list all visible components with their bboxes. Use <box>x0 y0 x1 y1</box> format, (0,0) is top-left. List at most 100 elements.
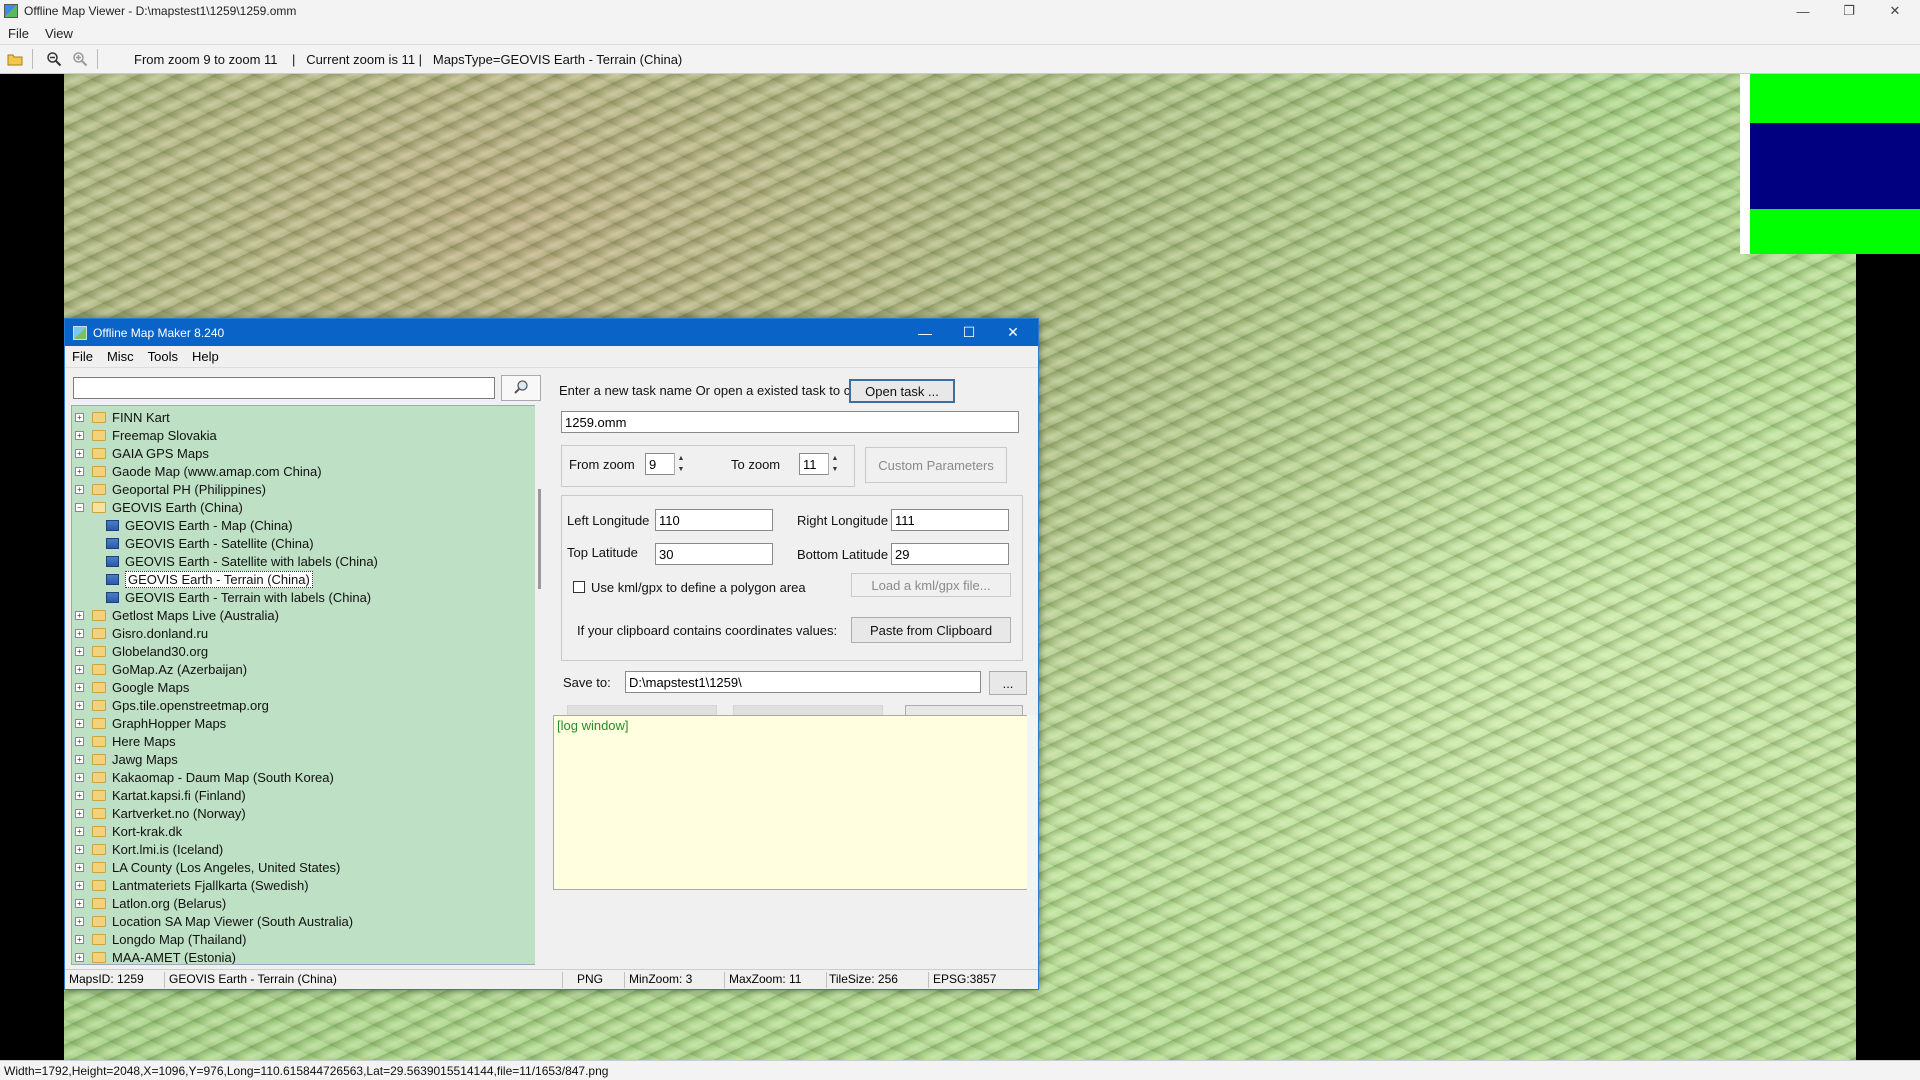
load-kml-button[interactable]: Load a kml/gpx file... <box>851 573 1011 597</box>
expand-icon[interactable]: + <box>75 610 84 620</box>
left-longitude-input[interactable]: 110 <box>655 509 773 531</box>
expand-icon[interactable]: + <box>75 916 84 926</box>
viewer-menu-file[interactable]: File <box>0 26 37 41</box>
open-folder-icon[interactable] <box>4 48 26 70</box>
tree-map-item[interactable]: GEOVIS Earth - Satellite with labels (Ch… <box>72 552 378 570</box>
tree-map-item[interactable]: GEOVIS Earth - Terrain (China) <box>72 570 313 588</box>
browse-button[interactable]: ... <box>989 671 1027 695</box>
expand-icon[interactable]: + <box>75 862 84 872</box>
expand-icon[interactable]: + <box>75 754 84 764</box>
tree-folder-item[interactable]: + Gps.tile.openstreetmap.org <box>72 696 269 714</box>
zoom-in-icon[interactable] <box>69 48 91 70</box>
tree-folder-item[interactable]: + Kort-krak.dk <box>72 822 182 840</box>
expand-icon[interactable]: + <box>75 772 84 782</box>
tree-folder-item[interactable]: + GAIA GPS Maps <box>72 444 209 462</box>
expand-icon[interactable]: + <box>75 736 84 746</box>
tree-folder-item[interactable]: + LA County (Los Angeles, United States) <box>72 858 340 876</box>
spin-up-icon[interactable]: ▲ <box>678 455 685 462</box>
tree-folder-item[interactable]: + Kartverket.no (Norway) <box>72 804 246 822</box>
kml-polygon-checkbox[interactable] <box>573 581 585 593</box>
tree-folder-item[interactable]: + Geoportal PH (Philippines) <box>72 480 266 498</box>
log-window[interactable]: [log window] <box>553 715 1031 890</box>
tree-map-item[interactable]: GEOVIS Earth - Map (China) <box>72 516 293 534</box>
expand-icon[interactable]: + <box>75 844 84 854</box>
expand-icon[interactable]: + <box>75 880 84 890</box>
dialog-menu-help[interactable]: Help <box>185 349 226 364</box>
top-latitude-input[interactable]: 30 <box>655 543 773 565</box>
spin-down-icon[interactable]: ▼ <box>678 466 685 473</box>
expand-icon[interactable]: + <box>75 952 84 962</box>
open-task-button[interactable]: Open task ... <box>849 379 955 403</box>
paste-clipboard-button[interactable]: Paste from Clipboard <box>851 617 1011 643</box>
dialog-maximize-button[interactable]: ☐ <box>947 319 991 346</box>
tree-folder-item[interactable]: + Google Maps <box>72 678 189 696</box>
to-zoom-spinner[interactable]: ▲ ▼ <box>828 453 841 475</box>
tree-folder-item[interactable]: + GraphHopper Maps <box>72 714 226 732</box>
spin-up-icon[interactable]: ▲ <box>832 455 839 462</box>
tree-folder-item[interactable]: + Freemap Slovakia <box>72 426 217 444</box>
expand-icon[interactable]: + <box>75 646 84 656</box>
custom-parameters-button[interactable]: Custom Parameters <box>865 447 1007 483</box>
viewer-menu-view[interactable]: View <box>37 26 81 41</box>
dialog-close-button[interactable]: ✕ <box>991 319 1035 346</box>
tree-map-item[interactable]: GEOVIS Earth - Satellite (China) <box>72 534 314 552</box>
save-path-input[interactable]: D:\mapstest1\1259\ <box>625 671 981 693</box>
viewer-restore-button[interactable]: ❐ <box>1826 0 1872 22</box>
expand-icon[interactable]: + <box>75 664 84 674</box>
expand-icon[interactable]: + <box>75 898 84 908</box>
right-longitude-input[interactable]: 111 <box>891 509 1009 531</box>
tree-folder-item[interactable]: − GEOVIS Earth (China) <box>72 498 243 516</box>
bottom-latitude-input[interactable]: 29 <box>891 543 1009 565</box>
tree-folder-item[interactable]: + Gisro.donland.ru <box>72 624 208 642</box>
expand-icon[interactable]: + <box>75 412 84 422</box>
tree-folder-item[interactable]: + GoMap.Az (Azerbaijan) <box>72 660 247 678</box>
expand-icon[interactable]: + <box>75 790 84 800</box>
tree-folder-item[interactable]: + Here Maps <box>72 732 176 750</box>
task-name-input[interactable]: 1259.omm <box>561 411 1019 433</box>
expand-icon[interactable]: + <box>75 430 84 440</box>
zoom-out-icon[interactable] <box>43 48 65 70</box>
expand-icon[interactable]: + <box>75 826 84 836</box>
tree-folder-item[interactable]: + Jawg Maps <box>72 750 178 768</box>
expand-icon[interactable]: + <box>75 934 84 944</box>
expand-icon[interactable]: + <box>75 466 84 476</box>
tree-folder-item[interactable]: + Longdo Map (Thailand) <box>72 930 246 948</box>
map-search-input[interactable] <box>73 377 495 399</box>
dialog-menu-tools[interactable]: Tools <box>141 349 185 364</box>
expand-icon[interactable]: + <box>75 628 84 638</box>
map-source-tree[interactable]: + FINN Kart + Freemap Slovakia + GAIA GPS Map… <box>71 405 537 965</box>
tree-folder-item[interactable]: + MAA-AMET (Estonia) <box>72 948 236 964</box>
tree-folder-item[interactable]: + Location SA Map Viewer (South Australia… <box>72 912 353 930</box>
tree-folder-item[interactable]: + Kartat.kapsi.fi (Finland) <box>72 786 246 804</box>
spin-down-icon[interactable]: ▼ <box>832 466 839 473</box>
dialog-menu-file[interactable]: File <box>65 349 100 364</box>
tree-folder-item[interactable]: + Gaode Map (www.amap.com China) <box>72 462 322 480</box>
from-zoom-input[interactable]: 9 <box>645 453 675 475</box>
expand-icon[interactable]: + <box>75 700 84 710</box>
expand-icon[interactable]: + <box>75 484 84 494</box>
log-scrollbar[interactable] <box>1027 715 1037 890</box>
dialog-minimize-button[interactable]: — <box>903 319 947 346</box>
tree-folder-item[interactable]: + Kakaomap - Daum Map (South Korea) <box>72 768 334 786</box>
tree-map-item[interactable]: GEOVIS Earth - Terrain with labels (Chin… <box>72 588 371 606</box>
expand-icon[interactable]: + <box>75 718 84 728</box>
from-zoom-spinner[interactable]: ▲ ▼ <box>674 453 687 475</box>
tree-scrollbar-thumb[interactable] <box>538 489 541 589</box>
expand-icon[interactable]: + <box>75 808 84 818</box>
tree-folder-item[interactable]: + Latlon.org (Belarus) <box>72 894 226 912</box>
dialog-menu-misc[interactable]: Misc <box>100 349 141 364</box>
tree-folder-item[interactable]: + FINN Kart <box>72 408 170 426</box>
tree-folder-item[interactable]: + Globeland30.org <box>72 642 208 660</box>
to-zoom-input[interactable]: 11 <box>799 453 829 475</box>
tree-folder-item[interactable]: + Lantmateriets Fjallkarta (Swedish) <box>72 876 309 894</box>
expand-icon[interactable]: + <box>75 448 84 458</box>
tree-folder-item[interactable]: + Kort.lmi.is (Iceland) <box>72 840 223 858</box>
expand-icon[interactable]: + <box>75 682 84 692</box>
tree-scrollbar[interactable] <box>535 405 547 965</box>
search-button[interactable] <box>501 375 541 401</box>
tree-folder-item[interactable]: + Getlost Maps Live (Australia) <box>72 606 279 624</box>
to-zoom-label: To zoom <box>731 457 781 472</box>
collapse-icon[interactable]: − <box>75 502 84 512</box>
viewer-close-button[interactable]: ✕ <box>1872 0 1918 22</box>
viewer-minimize-button[interactable]: — <box>1780 0 1826 22</box>
